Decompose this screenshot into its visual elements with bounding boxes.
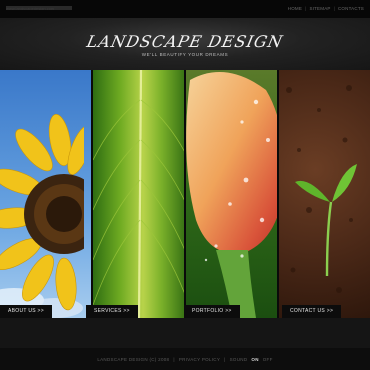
footer-separator: | <box>173 356 175 362</box>
footer: LANDSCAPE DESIGN (C) 2008 | PRIVACY POLI… <box>0 348 370 370</box>
site-url[interactable]: www.landscapedesign.com <box>6 6 72 10</box>
privacy-policy-link[interactable]: PRIVACY POLICY <box>179 357 220 362</box>
sprout-image <box>286 85 357 293</box>
content-band <box>0 318 370 348</box>
tulip-image <box>186 72 277 318</box>
nav-separator: | <box>333 6 335 11</box>
panel-about-us[interactable] <box>0 70 91 318</box>
top-nav-sitemap[interactable]: Sitemap <box>309 6 330 11</box>
leaf-image <box>93 70 184 318</box>
site-tagline: WE'LL BEAUTIFY YOUR DREAMS <box>141 52 229 57</box>
sound-on-toggle[interactable]: ON <box>251 357 258 362</box>
site-logo[interactable]: LANDSCAPE DESIGN <box>0 32 370 51</box>
portfolio-button[interactable]: PORTFOLIO >> <box>184 305 240 318</box>
top-nav: Home | Sitemap | Contacts <box>288 6 364 11</box>
image-panels: ABOUT US >> SERVICES >> PORTFOLIO >> CON… <box>0 70 370 318</box>
panel-contact-us[interactable] <box>279 70 370 318</box>
sound-label: SOUND <box>229 356 248 362</box>
contact-us-button[interactable]: CONTACT US >> <box>282 305 342 318</box>
top-nav-contacts[interactable]: Contacts <box>338 6 364 11</box>
top-bar: www.landscapedesign.com Home | Sitemap |… <box>0 0 370 18</box>
nav-separator: | <box>305 6 307 11</box>
header: LANDSCAPE DESIGN WE'LL BEAUTIFY YOUR DRE… <box>0 18 370 70</box>
top-nav-home[interactable]: Home <box>288 6 302 11</box>
copyright-text: LANDSCAPE DESIGN (C) 2008 <box>97 356 170 362</box>
services-button[interactable]: SERVICES >> <box>86 305 138 318</box>
footer-separator: | <box>224 356 226 362</box>
panel-services[interactable] <box>93 70 184 318</box>
panel-portfolio[interactable] <box>186 70 277 318</box>
sunflower-image <box>0 114 91 318</box>
sound-off-toggle[interactable]: OFF <box>263 357 273 362</box>
about-us-button[interactable]: ABOUT US >> <box>0 305 52 318</box>
